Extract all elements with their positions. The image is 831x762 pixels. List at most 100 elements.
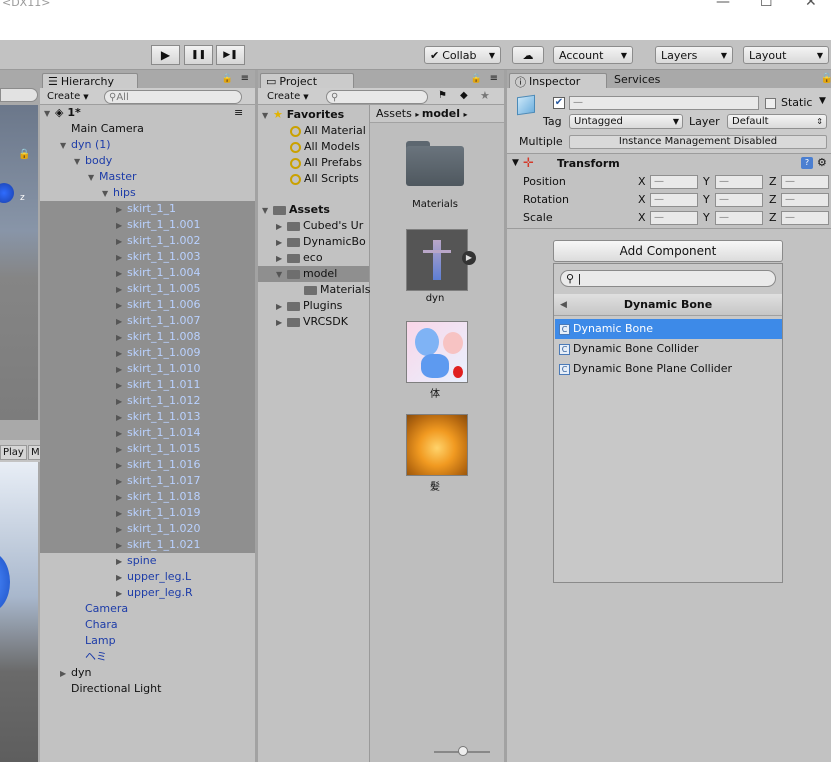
- list-item[interactable]: Main Camera: [71, 121, 144, 137]
- list-item[interactable]: Camera: [85, 601, 128, 617]
- list-item[interactable]: All Scripts: [290, 171, 359, 187]
- component-item-dynamic-bone-plane-collider[interactable]: C Dynamic Bone Plane Collider: [555, 359, 782, 379]
- scale-y-field[interactable]: —: [715, 211, 763, 225]
- active-checkbox[interactable]: ✔: [553, 97, 565, 109]
- table-row[interactable]: ▶ skirt_1_1.017: [116, 473, 200, 489]
- table-row[interactable]: ▶ skirt_1_1.002: [116, 233, 200, 249]
- dyn-model-thumb[interactable]: [406, 229, 468, 291]
- filter-label-icon[interactable]: ◆: [460, 90, 468, 101]
- table-row[interactable]: ▶ skirt_1_1.015: [116, 441, 200, 457]
- list-item[interactable]: ヘミ: [85, 649, 107, 665]
- breadcrumb-assets[interactable]: Assets: [376, 107, 412, 120]
- body-texture-thumb[interactable]: [406, 321, 468, 383]
- list-item[interactable]: All Material: [290, 123, 366, 139]
- table-row[interactable]: ▶ skirt_1_1.006: [116, 297, 200, 313]
- table-row[interactable]: ▶ skirt_1_1: [116, 201, 176, 217]
- favorites-header[interactable]: ▼ ★ Favorites: [262, 107, 344, 123]
- list-item[interactable]: All Prefabs: [290, 155, 362, 171]
- table-row[interactable]: ▶ skirt_1_1.010: [116, 361, 200, 377]
- play-button[interactable]: ▶: [151, 45, 180, 65]
- list-item[interactable]: ▼ body: [74, 153, 112, 169]
- filter-type-icon[interactable]: ⚑: [438, 90, 447, 101]
- table-row[interactable]: ▶ skirt_1_1.005: [116, 281, 200, 297]
- help-book-icon[interactable]: ?: [801, 157, 813, 169]
- position-y-field[interactable]: —: [715, 175, 763, 189]
- list-item[interactable]: ▶ DynamicBo: [276, 234, 366, 250]
- collab-button[interactable]: ✔ Collab ▼: [424, 46, 501, 64]
- list-item[interactable]: Chara: [85, 617, 118, 633]
- layout-dropdown[interactable]: Layout ▼: [743, 46, 829, 64]
- scene-search[interactable]: [0, 88, 38, 102]
- game-viewport[interactable]: [0, 462, 38, 762]
- menu-icon[interactable]: ≡: [490, 73, 498, 84]
- table-row[interactable]: ▶ skirt_1_1.019: [116, 505, 200, 521]
- name-field[interactable]: —: [569, 96, 759, 110]
- gear-icon[interactable]: ⚙: [817, 156, 827, 169]
- play-tab[interactable]: Play: [0, 445, 27, 460]
- component-search-input[interactable]: ⚲ |: [560, 270, 776, 287]
- list-item[interactable]: Directional Light: [71, 681, 161, 697]
- table-row[interactable]: ▶ skirt_1_1.016: [116, 457, 200, 473]
- table-row[interactable]: ▶ skirt_1_1.018: [116, 489, 200, 505]
- list-item[interactable]: Lamp: [85, 633, 116, 649]
- hierarchy-tree[interactable]: ▼ ◈ 1* ≡ Main Camera ▼ dyn (1) ▼ body ▼ Maste…: [40, 105, 255, 762]
- list-item[interactable]: ▶ upper_leg.R: [116, 585, 193, 601]
- add-component-button[interactable]: Add Component: [553, 240, 783, 262]
- tab-inspector[interactable]: ⓘ Inspector: [509, 73, 607, 89]
- layer-dropdown[interactable]: Default ⇕: [727, 114, 827, 129]
- tab-services[interactable]: Services: [614, 73, 660, 86]
- account-dropdown[interactable]: Account ▼: [553, 46, 633, 64]
- hair-texture-thumb[interactable]: [406, 414, 468, 476]
- assets-header[interactable]: ▼ Assets: [262, 202, 330, 218]
- table-row[interactable]: ▶ skirt_1_1.007: [116, 313, 200, 329]
- lock-icon[interactable]: 🔒: [222, 74, 233, 84]
- list-item[interactable]: Materials: [304, 282, 370, 298]
- instance-management-button[interactable]: Instance Management Disabled: [569, 135, 827, 149]
- pause-button[interactable]: ❚❚: [184, 45, 213, 65]
- table-row[interactable]: ▶ skirt_1_1.021: [116, 537, 200, 553]
- rotation-z-field[interactable]: —: [781, 193, 829, 207]
- list-item[interactable]: ▶ Plugins: [276, 298, 342, 314]
- materials-folder-thumb[interactable]: [406, 141, 466, 189]
- table-row[interactable]: ▶ skirt_1_1.012: [116, 393, 200, 409]
- list-item[interactable]: All Models: [290, 139, 360, 155]
- hierarchy-search-input[interactable]: ⚲ All: [104, 90, 242, 104]
- list-item[interactable]: ▶ upper_leg.L: [116, 569, 191, 585]
- rotation-x-field[interactable]: —: [650, 193, 698, 207]
- gizmo-icon[interactable]: [0, 183, 14, 203]
- table-row[interactable]: ▶ skirt_1_1.001: [116, 217, 200, 233]
- hierarchy-create-button[interactable]: Create ▼: [44, 90, 92, 103]
- lock-icon[interactable]: 🔒: [821, 73, 831, 84]
- table-row[interactable]: ▶ skirt_1_1.008: [116, 329, 200, 345]
- component-item-dynamic-bone[interactable]: C Dynamic Bone: [555, 319, 782, 339]
- position-x-field[interactable]: —: [650, 175, 698, 189]
- list-item[interactable]: ▶ spine: [116, 553, 157, 569]
- table-row[interactable]: ▶ skirt_1_1.009: [116, 345, 200, 361]
- list-item[interactable]: ▼ Master: [88, 169, 137, 185]
- maximize-icon[interactable]: ☐: [760, 0, 773, 10]
- cloud-button[interactable]: ☁: [512, 46, 544, 64]
- close-icon[interactable]: ✕: [805, 0, 817, 10]
- table-row[interactable]: ▶ skirt_1_1.013: [116, 409, 200, 425]
- tag-dropdown[interactable]: Untagged ▼: [569, 114, 683, 129]
- expand-arrow-icon[interactable]: ▶: [462, 251, 476, 265]
- menu-icon[interactable]: ≡: [234, 105, 243, 121]
- static-checkbox[interactable]: [765, 98, 776, 109]
- list-item[interactable]: ▼ dyn (1): [60, 137, 111, 153]
- project-search-input[interactable]: ⚲: [326, 90, 428, 104]
- rotation-y-field[interactable]: —: [715, 193, 763, 207]
- table-row[interactable]: ▶ skirt_1_1.014: [116, 425, 200, 441]
- menu-icon[interactable]: ≡: [241, 73, 249, 84]
- star-icon[interactable]: ★: [480, 89, 490, 102]
- position-z-field[interactable]: —: [781, 175, 829, 189]
- zoom-slider-handle[interactable]: [458, 746, 468, 756]
- scale-z-field[interactable]: —: [781, 211, 829, 225]
- lock-icon[interactable]: 🔒: [471, 74, 482, 84]
- table-row[interactable]: ▶ skirt_1_1.011: [116, 377, 200, 393]
- list-item[interactable]: ▶ eco: [276, 250, 323, 266]
- tab-hierarchy[interactable]: ☰ Hierarchy: [42, 73, 138, 89]
- expand-icon[interactable]: ▼: [512, 158, 519, 168]
- scale-x-field[interactable]: —: [650, 211, 698, 225]
- tab-project[interactable]: ▭ Project: [260, 73, 354, 89]
- layers-dropdown[interactable]: Layers ▼: [655, 46, 733, 64]
